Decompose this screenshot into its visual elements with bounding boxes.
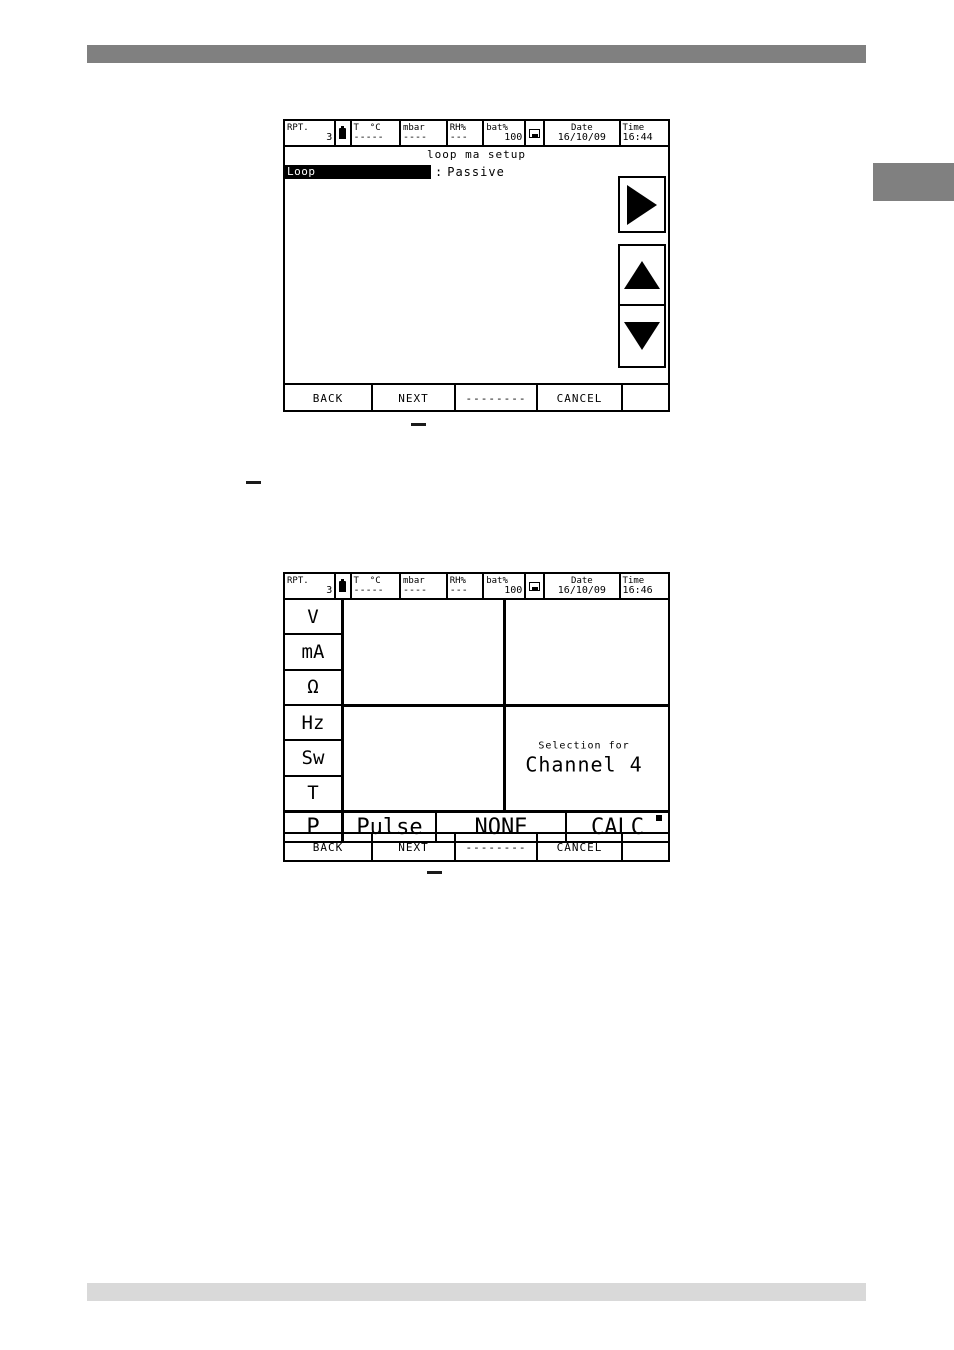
screen-title: loop ma setup [426, 148, 527, 161]
status-rpt-value: 3 [326, 132, 333, 143]
softkey-back[interactable]: BACK [285, 385, 373, 411]
up-arrow-button[interactable] [618, 244, 666, 306]
softkey-empty-dashes[interactable]: -------- [456, 385, 538, 411]
active-dot-icon [656, 815, 662, 821]
status-rpt: RPT. 3 [285, 121, 337, 145]
unit-key-hertz[interactable]: Hz [285, 706, 341, 742]
battery-icon [336, 574, 352, 598]
status-battery-value: 100 [504, 132, 523, 143]
unit-key-milliamp[interactable]: mA [285, 635, 341, 671]
unit-key-switch[interactable]: Sw [285, 741, 341, 777]
softkey-bar: BACK NEXT -------- CANCEL [285, 383, 668, 411]
page-mark-dash [246, 481, 261, 484]
up-triangle-icon [624, 261, 660, 289]
status-date-value: 16/10/09 [557, 132, 606, 143]
status-humidity: RH% --- [448, 574, 485, 598]
status-time: Time 16:46 [621, 574, 668, 598]
device-screen-channel-selection: RPT. 3 T °C ----- mbar ---- RH% --- bat%… [283, 572, 670, 862]
status-pressure: mbar ---- [401, 121, 448, 145]
unit-key-column: V mA Ω Hz Sw T [285, 600, 344, 810]
softkey-cancel[interactable]: CANCEL [538, 834, 623, 860]
softkey-next[interactable]: NEXT [373, 834, 456, 860]
status-rpt-value: 3 [326, 585, 333, 596]
status-temperature-value: ----- [353, 585, 384, 596]
down-arrow-button[interactable] [618, 306, 666, 368]
status-pressure-value: ---- [403, 585, 428, 596]
softkey-back[interactable]: BACK [285, 834, 373, 860]
status-humidity-value: --- [449, 585, 468, 596]
unit-key-volt[interactable]: V [285, 600, 341, 636]
loop-field-separator: : [435, 165, 444, 179]
status-temperature-value: ----- [353, 132, 384, 143]
softkey-blank[interactable] [623, 385, 668, 411]
page-mark-dash [411, 423, 426, 426]
panel-top-right[interactable] [506, 600, 668, 704]
status-battery-percent: bat% 100 [484, 574, 527, 598]
panel-bottom-right[interactable]: Selection for Channel 4 [506, 707, 668, 811]
measurement-selection-area: V mA Ω Hz Sw T Selection for Channel 4 [285, 600, 668, 810]
right-arrow-button[interactable] [618, 176, 666, 233]
status-time-value: 16:44 [622, 132, 653, 143]
unit-key-temperature[interactable]: T [285, 777, 341, 810]
softkey-cancel[interactable]: CANCEL [538, 385, 623, 411]
status-battery-value: 100 [504, 585, 523, 596]
softkey-next[interactable]: NEXT [373, 385, 456, 411]
memory-card-icon [526, 121, 546, 145]
battery-icon [336, 121, 352, 145]
status-time: Time 16:44 [621, 121, 668, 145]
down-triangle-icon [624, 322, 660, 350]
page-mark-dash [427, 871, 442, 874]
panel-row-top [344, 600, 668, 707]
page-side-tab [873, 163, 954, 201]
device-screen-loop-ma-setup: RPT. 3 T °C ----- mbar ---- RH% --- bat%… [283, 119, 670, 412]
status-date: Date 16/10/09 [545, 574, 621, 598]
status-pressure-value: ---- [403, 132, 428, 143]
softkey-bar: BACK NEXT -------- CANCEL [285, 832, 668, 860]
status-bar: RPT. 3 T °C ----- mbar ---- RH% --- bat%… [285, 121, 668, 147]
memory-card-icon [526, 574, 546, 598]
selection-message: Selection for Channel 4 [506, 740, 662, 777]
status-temperature: T °C ----- [352, 121, 401, 145]
loop-field-label: Loop [285, 165, 431, 179]
selection-channel: Channel 4 [525, 752, 643, 777]
status-bar: RPT. 3 T °C ----- mbar ---- RH% --- bat%… [285, 574, 668, 600]
loop-field-row[interactable]: Loop : Passive [285, 165, 668, 179]
status-pressure: mbar ---- [401, 574, 448, 598]
loop-field-value: Passive [447, 165, 505, 179]
panel-top-left[interactable] [344, 600, 506, 704]
status-rpt: RPT. 3 [285, 574, 337, 598]
unit-key-ohm[interactable]: Ω [285, 671, 341, 706]
right-triangle-icon [627, 184, 657, 225]
status-humidity: RH% --- [448, 121, 485, 145]
page-header-bar [87, 45, 866, 63]
softkey-blank[interactable] [623, 834, 668, 860]
page-footer-bar [87, 1283, 866, 1301]
status-temperature: T °C ----- [352, 574, 401, 598]
status-battery-percent: bat% 100 [484, 121, 527, 145]
panel-row-bottom: Selection for Channel 4 [344, 706, 668, 811]
softkey-empty-dashes[interactable]: -------- [456, 834, 538, 860]
screen-body-loop-setup: loop ma setup Loop : Passive BACK NEXT -… [285, 148, 668, 411]
selection-caption: Selection for [538, 740, 630, 752]
status-time-value: 16:46 [622, 585, 653, 596]
status-humidity-value: --- [449, 132, 468, 143]
status-date-value: 16/10/09 [557, 585, 606, 596]
panel-bottom-left[interactable] [344, 706, 506, 810]
panel-grid: Selection for Channel 4 [344, 600, 668, 810]
status-date: Date 16/10/09 [545, 121, 621, 145]
screen-body-channel-selection: V mA Ω Hz Sw T Selection for Channel 4 P… [285, 600, 668, 860]
